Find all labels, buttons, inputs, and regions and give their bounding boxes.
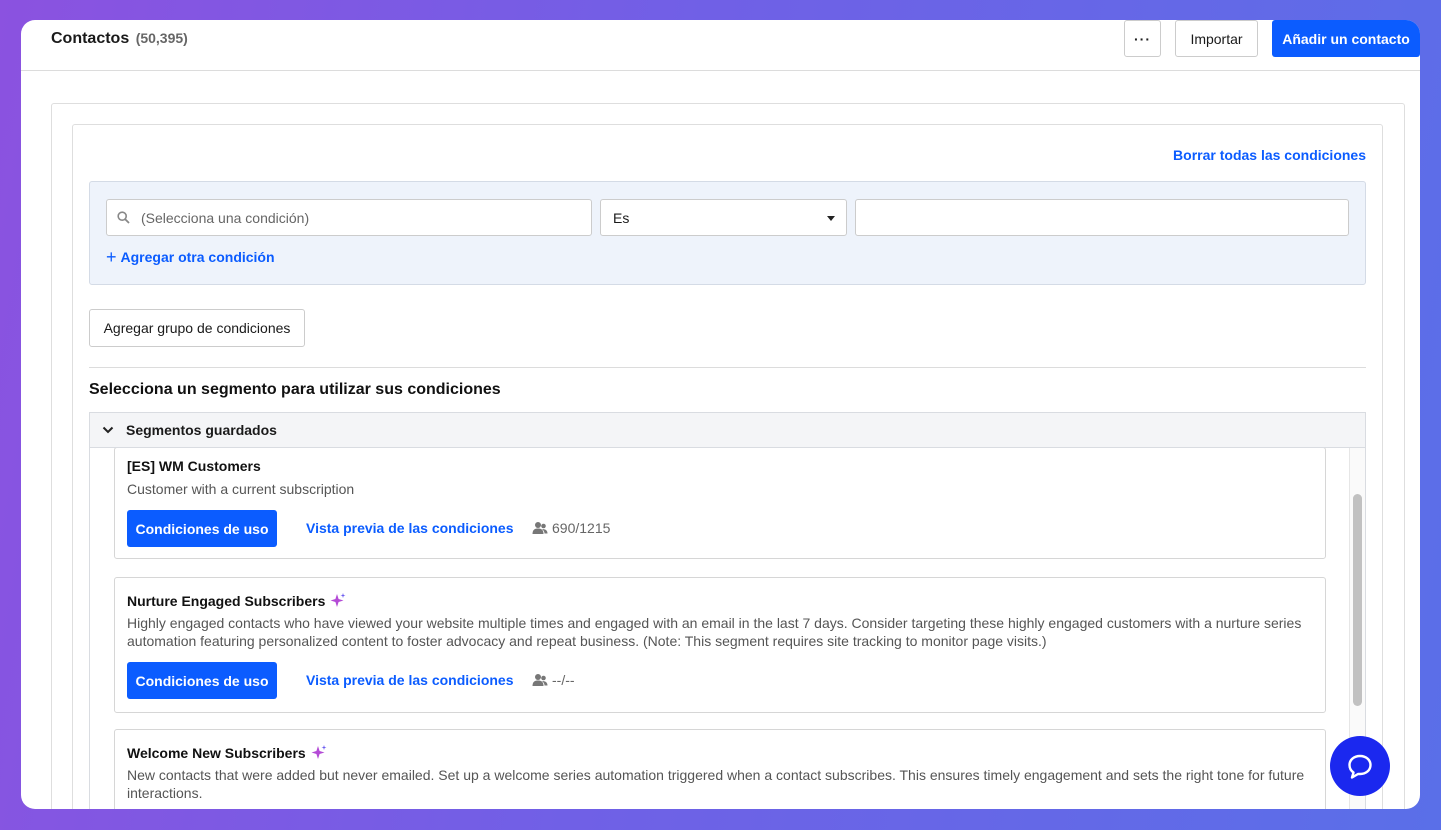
conditions-panel: Borrar todas las condiciones (Selecciona… [72,124,1383,809]
segment-card: Nurture Engaged Subscribers Highly engag… [114,577,1326,713]
segment-title-text: [ES] WM Customers [127,458,261,474]
operator-select[interactable]: Es [600,199,847,236]
add-contact-button[interactable]: Añadir un contacto [1272,20,1420,57]
caret-down-icon [827,216,835,221]
preview-conditions-link[interactable]: Vista previa de las condiciones [306,520,514,536]
preview-conditions-link[interactable]: Vista previa de las condiciones [306,672,514,688]
contact-count: (50,395) [135,30,188,46]
search-icon [117,211,135,224]
saved-segments-toggle[interactable]: Segmentos guardados [89,412,1366,448]
condition-group: (Selecciona una condición) Es + Agregar … [89,181,1366,285]
condition-search-placeholder: (Selecciona una condición) [141,209,310,226]
add-condition-group-button[interactable]: Agregar grupo de condiciones [89,309,305,347]
segments-scrollbar-thumb[interactable] [1353,494,1362,706]
saved-segments-list: [ES] WM Customers Customer with a curren… [89,448,1366,809]
segment-stat: --/-- [532,672,575,688]
add-condition-link[interactable]: + Agregar otra condición [106,248,275,266]
segment-description: Highly engaged contacts who have viewed … [127,615,1302,649]
people-icon [532,673,548,687]
segment-stat-value: 690/1215 [552,520,611,536]
segment-title-text: Welcome New Subscribers [127,745,306,761]
sparkle-icon [329,592,347,610]
filter-panel: Borrar todas las condiciones (Selecciona… [51,103,1405,809]
chat-icon [1346,752,1374,780]
segment-description: New contacts that were added but never e… [127,767,1305,801]
use-conditions-button[interactable]: Condiciones de uso [127,510,277,547]
segment-stat-value: --/-- [552,672,575,688]
segment-title: [ES] WM Customers [127,458,261,474]
segment-title: Welcome New Subscribers [127,744,328,762]
page-title-text: Contactos [51,30,130,47]
divider [89,367,1366,368]
plus-icon: + [106,247,117,267]
condition-search-input[interactable]: (Selecciona una condición) [106,199,592,236]
condition-value-input[interactable] [855,199,1349,236]
people-icon [532,521,548,535]
contacts-window: Contactos (50,395) ··· Importar Añadir u… [21,20,1420,809]
use-conditions-button[interactable]: Condiciones de uso [127,662,277,699]
chat-help-button[interactable] [1330,736,1390,796]
segment-card: Welcome New Subscribers New contacts tha… [114,729,1326,809]
add-condition-label: Agregar otra condición [120,249,275,265]
segment-description: Customer with a current subscription [127,481,355,497]
saved-segments-label: Segmentos guardados [126,422,277,438]
top-bar: Contactos (50,395) ··· Importar Añadir u… [21,20,1420,71]
segment-title-text: Nurture Engaged Subscribers [127,593,326,609]
segment-title: Nurture Engaged Subscribers [127,592,347,610]
page-title: Contactos (50,395) [51,30,188,48]
chevron-down-icon [102,426,116,434]
import-button[interactable]: Importar [1175,20,1258,57]
segment-stat: 690/1215 [532,520,610,536]
operator-value: Es [613,209,630,226]
sparkle-icon [310,744,328,762]
segment-section-title: Selecciona un segmento para utilizar sus… [89,381,501,398]
segment-card: [ES] WM Customers Customer with a curren… [114,448,1326,559]
clear-all-conditions-link[interactable]: Borrar todas las condiciones [1173,147,1366,163]
more-options-button[interactable]: ··· [1124,20,1161,57]
